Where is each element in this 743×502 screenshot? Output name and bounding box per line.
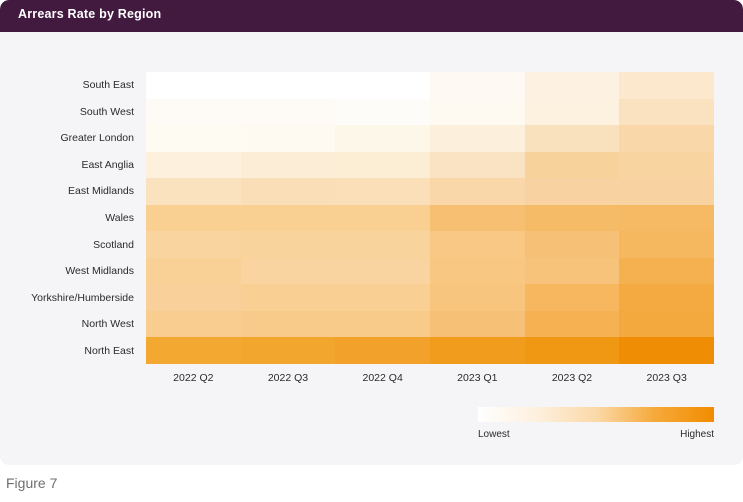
legend-lowest-label: Lowest bbox=[478, 429, 510, 440]
heatmap-cell bbox=[146, 151, 241, 179]
x-axis-label: 2022 Q3 bbox=[267, 372, 309, 384]
heatmap-cell bbox=[146, 125, 241, 152]
heatmap-cell bbox=[429, 125, 525, 152]
heatmap-cell bbox=[524, 98, 620, 126]
heatmap-cell bbox=[619, 231, 714, 258]
heatmap-cell bbox=[335, 284, 430, 311]
y-axis-label: South East bbox=[82, 79, 134, 92]
x-axis-label: 2022 Q4 bbox=[362, 372, 403, 384]
heatmap-cell bbox=[240, 72, 336, 99]
y-axis-label: North East bbox=[84, 344, 134, 357]
heatmap-cell bbox=[429, 72, 525, 99]
heatmap-cell bbox=[524, 337, 620, 364]
heatmap-cell bbox=[146, 337, 241, 364]
heatmap-cell bbox=[429, 310, 525, 338]
heatmap-cell bbox=[524, 72, 620, 99]
heatmap-cell bbox=[240, 125, 336, 152]
heatmap-cell bbox=[240, 337, 336, 364]
chart-header-bar: Arrears Rate by Region bbox=[0, 0, 743, 32]
heatmap-cell bbox=[524, 178, 620, 205]
chart-card: Arrears Rate by Region South East South W… bbox=[0, 0, 743, 465]
heatmap-cell bbox=[619, 98, 714, 126]
heatmap-cell bbox=[335, 178, 430, 205]
heatmap-cell bbox=[335, 98, 430, 126]
heatmap-cell bbox=[146, 257, 241, 285]
heatmap-cell bbox=[240, 257, 336, 285]
heatmap-cell bbox=[146, 98, 241, 126]
heatmap-cell bbox=[429, 98, 525, 126]
heatmap-cell bbox=[524, 257, 620, 285]
heatmap-cell bbox=[619, 310, 714, 338]
legend-highest-label: Highest bbox=[680, 429, 714, 440]
plot-area: South East South West Greater London East A… bbox=[0, 32, 743, 465]
heatmap-cell bbox=[429, 257, 525, 285]
heatmap-cell bbox=[240, 310, 336, 338]
heatmap-cell bbox=[429, 231, 525, 258]
heatmap-cell bbox=[335, 151, 430, 179]
heatmap-cell bbox=[240, 231, 336, 258]
heatmap-cell bbox=[146, 178, 241, 205]
y-axis-label: West Midlands bbox=[65, 265, 134, 278]
figure-page: Arrears Rate by Region South East South W… bbox=[0, 0, 743, 502]
x-axis-label: 2023 Q1 bbox=[457, 372, 498, 384]
heatmap-cell bbox=[335, 257, 430, 285]
heatmap-cell bbox=[335, 231, 430, 258]
heatmap-cell bbox=[619, 204, 714, 232]
heatmap-cell bbox=[619, 125, 714, 152]
y-axis-label: East Midlands bbox=[68, 185, 134, 198]
heatmap-cell bbox=[429, 178, 525, 205]
heatmap-cell bbox=[619, 257, 714, 285]
figure-caption: Figure 7 bbox=[6, 475, 58, 491]
heatmap-cell bbox=[619, 72, 714, 99]
x-axis-label: 2023 Q3 bbox=[646, 372, 687, 384]
y-axis-label: East Anglia bbox=[81, 158, 134, 171]
heatmap-cell bbox=[335, 125, 430, 152]
heatmap-cell bbox=[146, 231, 241, 258]
x-axis-label: 2023 Q2 bbox=[551, 372, 593, 384]
heatmap-cell bbox=[240, 98, 336, 126]
heatmap-cell bbox=[146, 204, 241, 232]
heatmap-cell bbox=[429, 284, 525, 311]
heatmap-cell bbox=[524, 125, 620, 152]
y-axis-label: North West bbox=[81, 318, 134, 331]
heatmap-cell bbox=[146, 72, 241, 99]
legend-gradient-bar bbox=[478, 407, 714, 422]
heatmap-cell bbox=[524, 151, 620, 179]
y-axis-label: Greater London bbox=[60, 132, 134, 145]
heatmap-cell bbox=[524, 310, 620, 338]
heatmap-cell bbox=[240, 178, 336, 205]
heatmap-cell bbox=[524, 204, 620, 232]
heatmap-cell bbox=[335, 310, 430, 338]
y-axis-label: Wales bbox=[105, 211, 134, 224]
heatmap-cell bbox=[335, 72, 430, 99]
heatmap-cell bbox=[335, 337, 430, 364]
heatmap-grid bbox=[146, 72, 714, 364]
chart-title: Arrears Rate by Region bbox=[18, 7, 162, 21]
heatmap-cell bbox=[524, 231, 620, 258]
heatmap-cell bbox=[619, 284, 714, 311]
heatmap-cell bbox=[429, 204, 525, 232]
heatmap-cell bbox=[619, 151, 714, 179]
heatmap-cell bbox=[524, 284, 620, 311]
heatmap-cell bbox=[146, 310, 241, 338]
heatmap-cell bbox=[146, 284, 241, 311]
heatmap-cell bbox=[335, 204, 430, 232]
x-axis-label: 2022 Q2 bbox=[173, 372, 214, 384]
heatmap-cell bbox=[240, 151, 336, 179]
color-legend: Lowest Highest bbox=[478, 407, 714, 443]
y-axis-label: Yorkshire/Humberside bbox=[31, 291, 134, 304]
heatmap-cell bbox=[619, 178, 714, 205]
y-axis-label: South West bbox=[79, 105, 134, 118]
heatmap-cell bbox=[429, 337, 525, 364]
heatmap-cell bbox=[240, 204, 336, 232]
heatmap-cell bbox=[429, 151, 525, 179]
heatmap-cell bbox=[619, 337, 714, 364]
y-axis-labels: South East South West Greater London East A… bbox=[0, 72, 138, 364]
x-axis-labels: 2022 Q2 2022 Q3 2022 Q4 2023 Q1 2023 Q2 2023 … bbox=[146, 368, 714, 388]
y-axis-label: Scotland bbox=[93, 238, 134, 251]
heatmap-cell bbox=[240, 284, 336, 311]
legend-labels: Lowest Highest bbox=[478, 429, 714, 443]
